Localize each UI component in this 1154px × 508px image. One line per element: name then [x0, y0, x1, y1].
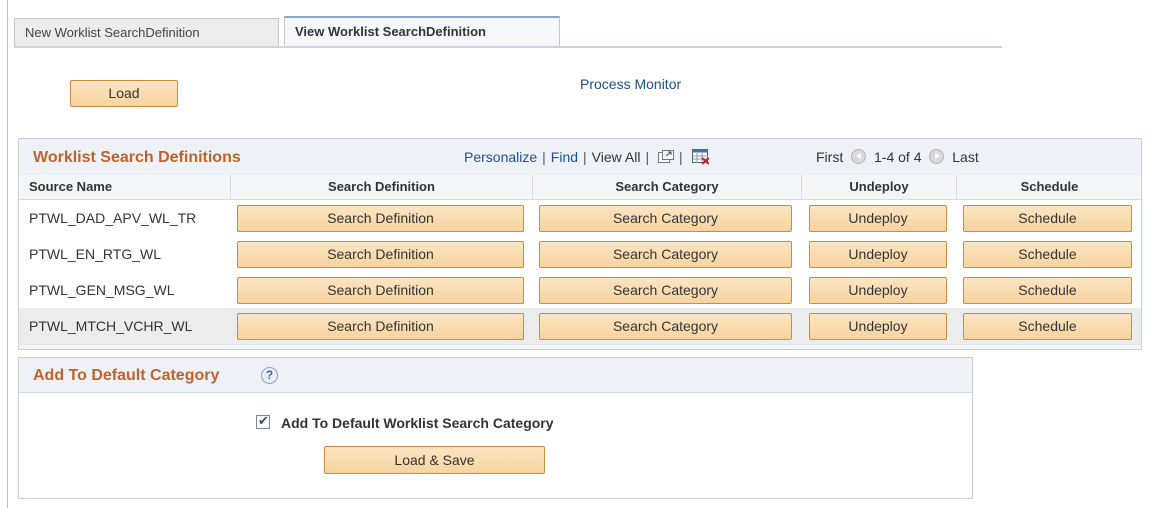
search-category-button[interactable]: Search Category — [539, 241, 792, 268]
section-header: Add To Default Category ? — [19, 358, 972, 393]
separator: | — [678, 149, 683, 166]
column-header-search-definition[interactable]: Search Definition — [231, 175, 533, 199]
worklist-search-definitions-grid: Worklist Search Definitions Personalize |… — [18, 138, 1142, 350]
table-row: PTWL_MTCH_VCHR_WL Search Definition Sear… — [19, 308, 1141, 345]
grid-title: Worklist Search Definitions — [33, 149, 241, 166]
source-name: PTWL_DAD_APV_WL_TR — [29, 210, 197, 226]
column-header-search-category[interactable]: Search Category — [533, 175, 802, 199]
source-name: PTWL_MTCH_VCHR_WL — [29, 318, 193, 334]
table-row: PTWL_GEN_MSG_WL Search Definition Search… — [19, 272, 1141, 309]
previous-arrow-icon[interactable] — [851, 149, 867, 164]
add-to-default-category-section: Add To Default Category ? ✔ Add To Defau… — [18, 357, 973, 499]
add-to-default-checkbox-label[interactable]: Add To Default Worklist Search Category — [281, 415, 554, 431]
left-border — [7, 0, 8, 508]
schedule-button[interactable]: Schedule — [963, 205, 1132, 232]
find-link[interactable]: Find — [551, 149, 578, 165]
separator: | — [542, 149, 546, 166]
personalize-link[interactable]: Personalize — [464, 149, 537, 165]
column-header-schedule[interactable]: Schedule — [957, 175, 1142, 199]
tab-view-worklist-search-definition[interactable]: View Worklist SearchDefinition — [284, 16, 560, 46]
tab-underline — [14, 46, 1002, 48]
section-title: Add To Default Category — [33, 367, 220, 384]
load-and-save-button[interactable]: Load & Save — [324, 446, 545, 474]
grid-header: Worklist Search Definitions Personalize |… — [19, 139, 1141, 176]
tab-new-worklist-search-definition[interactable]: New Worklist SearchDefinition — [14, 18, 279, 46]
search-definition-button[interactable]: Search Definition — [237, 313, 524, 340]
view-all-link[interactable]: View All — [592, 149, 641, 165]
schedule-button[interactable]: Schedule — [963, 277, 1132, 304]
help-icon[interactable]: ? — [261, 367, 278, 384]
add-to-default-checkbox[interactable]: ✔ — [256, 413, 270, 429]
download-excel-icon[interactable] — [691, 149, 710, 168]
source-name: PTWL_EN_RTG_WL — [29, 246, 161, 262]
search-category-button[interactable]: Search Category — [539, 277, 792, 304]
search-definition-button[interactable]: Search Definition — [237, 277, 524, 304]
undeploy-button[interactable]: Undeploy — [809, 313, 947, 340]
table-row: PTWL_DAD_APV_WL_TR Search Definition Sea… — [19, 200, 1141, 237]
source-name: PTWL_GEN_MSG_WL — [29, 282, 175, 298]
zoom-grid-icon[interactable] — [657, 150, 674, 167]
undeploy-button[interactable]: Undeploy — [809, 205, 947, 232]
last-label[interactable]: Last — [952, 149, 978, 165]
search-definition-button[interactable]: Search Definition — [237, 241, 524, 268]
load-button[interactable]: Load — [70, 80, 178, 107]
first-label[interactable]: First — [816, 149, 843, 165]
search-definition-button[interactable]: Search Definition — [237, 205, 524, 232]
separator: | — [583, 149, 587, 166]
table-row: PTWL_EN_RTG_WL Search Definition Search … — [19, 236, 1141, 273]
search-category-button[interactable]: Search Category — [539, 313, 792, 340]
row-range: 1-4 of 4 — [874, 149, 922, 165]
schedule-button[interactable]: Schedule — [963, 241, 1132, 268]
search-category-button[interactable]: Search Category — [539, 205, 792, 232]
grid-toolbar: Personalize | Find | View All | | — [464, 149, 710, 168]
tab-bar: New Worklist SearchDefinition View Workl… — [14, 16, 1004, 48]
checkmark-icon: ✔ — [258, 413, 269, 428]
undeploy-button[interactable]: Undeploy — [809, 277, 947, 304]
column-header-source-name[interactable]: Source Name — [19, 175, 231, 199]
undeploy-button[interactable]: Undeploy — [809, 241, 947, 268]
grid-pagination: First 1-4 of 4 Last — [816, 149, 979, 165]
process-monitor-link[interactable]: Process Monitor — [580, 76, 681, 92]
schedule-button[interactable]: Schedule — [963, 313, 1132, 340]
separator: | — [645, 149, 650, 166]
column-headers: Source Name Search Definition Search Cat… — [19, 175, 1141, 200]
next-arrow-icon[interactable] — [929, 149, 945, 164]
column-header-undeploy[interactable]: Undeploy — [802, 175, 957, 199]
